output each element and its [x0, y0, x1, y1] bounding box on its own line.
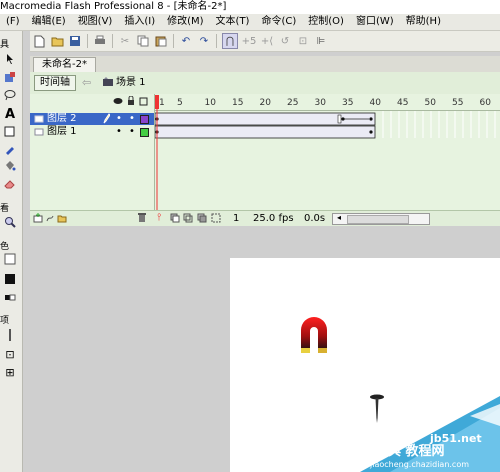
visibility-dot[interactable]: •	[116, 113, 122, 125]
add-folder-icon[interactable]	[57, 213, 67, 226]
timeline-scrollbar[interactable]: ◂	[332, 213, 430, 225]
outline-icon[interactable]	[139, 97, 148, 109]
save-icon[interactable]	[68, 34, 82, 48]
layer-name[interactable]: 图层 1	[47, 126, 77, 138]
timeline-toggle-button[interactable]: 时间轴	[34, 75, 76, 91]
onion-skin-icon[interactable]	[170, 213, 180, 226]
paste-icon[interactable]	[154, 34, 168, 48]
menu-control[interactable]: 控制(O)	[302, 14, 350, 30]
onion-outline-icon[interactable]	[183, 213, 193, 226]
layer-row-1[interactable]: 图层 1 • •	[30, 126, 154, 138]
scroll-left-icon[interactable]: ◂	[337, 213, 341, 222]
tools-view-label: 看	[0, 204, 10, 214]
option-divider-icon	[2, 328, 18, 342]
document-tab-strip: 未命名-2*	[30, 56, 500, 72]
frames-area[interactable]: 1 5 10 15 20 25 30 35 40 45 50 55 60	[155, 94, 500, 226]
menu-edit[interactable]: 编辑(E)	[26, 14, 72, 30]
eraser-tool-icon[interactable]	[2, 177, 18, 191]
tools-heading: 具	[0, 40, 10, 50]
center-frame-icon[interactable]: ⫯	[157, 212, 161, 223]
snap-icon[interactable]: ⋂	[222, 33, 238, 49]
frame-grid	[155, 95, 500, 210]
layer-row-2[interactable]: 图层 2 • •	[30, 113, 154, 125]
scene-icon	[102, 76, 114, 91]
tools-color-label: 色	[0, 242, 10, 252]
scroll-thumb[interactable]	[347, 215, 409, 224]
timeline-panel: 图层 2 • • 图层 1 • • 1 5 10 15 20 25 30 35 40 45 50 55…	[30, 94, 500, 227]
scale-icon[interactable]: ⊡	[296, 34, 310, 48]
open-icon[interactable]	[50, 34, 64, 48]
layer-name[interactable]: 图层 2	[47, 113, 77, 125]
stroke-color-icon[interactable]	[2, 252, 18, 266]
paint-bucket-tool-icon[interactable]	[2, 159, 18, 173]
toolbar-separator	[173, 34, 174, 48]
menu-help[interactable]: 帮助(H)	[400, 14, 447, 30]
delete-layer-icon[interactable]	[137, 212, 147, 226]
text-tool-icon[interactable]: A	[2, 107, 18, 122]
toolbar-separator	[112, 34, 113, 48]
undo-icon[interactable]: ↶	[179, 34, 193, 48]
copy-icon[interactable]	[136, 34, 150, 48]
magnet-graphic[interactable]	[299, 316, 329, 356]
menu-text[interactable]: 文本(T)	[210, 14, 256, 30]
menu-commands[interactable]: 命令(C)	[255, 14, 302, 30]
add-layer-icon[interactable]	[33, 213, 43, 226]
toolbar-separator	[216, 34, 217, 48]
snap-option-icon[interactable]: ⊡	[2, 347, 18, 361]
layer-color-swatch[interactable]	[140, 115, 149, 124]
current-frame: 1	[233, 213, 240, 224]
watermark-url: jiaocheng.chazidian.com	[370, 460, 470, 469]
print-icon[interactable]	[93, 34, 107, 48]
modify-onion-markers-icon[interactable]	[211, 213, 221, 226]
window-title: Macromedia Flash Professional 8 - [未命名-2…	[0, 0, 500, 14]
main-toolbar: ✂ ↶ ↷ ⋂ +5 +⟨ ↺ ⊡ ⊫	[30, 31, 500, 52]
menu-window[interactable]: 窗口(W)	[350, 14, 400, 30]
smooth-icon[interactable]: +5	[242, 34, 257, 48]
redo-icon[interactable]: ↷	[197, 34, 211, 48]
swap-colors-icon[interactable]	[2, 291, 18, 305]
straighten-icon[interactable]: +⟨	[260, 34, 274, 48]
timeline-footer: ⫯ 1 25.0 fps 0.0s ◂	[30, 210, 500, 227]
lock-dot[interactable]: •	[129, 113, 135, 125]
visibility-dot[interactable]: •	[116, 126, 122, 138]
rotate-icon[interactable]: ↺	[278, 34, 292, 48]
watermark: jb51.net 查字典 教程网 jiaocheng.chazidian.com	[340, 396, 500, 472]
lock-icon[interactable]	[127, 95, 135, 109]
tools-options-label: 项	[0, 316, 10, 326]
zoom-tool-icon[interactable]	[2, 215, 18, 229]
frame-rate[interactable]: 25.0 fps	[253, 213, 294, 224]
align-icon[interactable]: ⊫	[314, 34, 328, 48]
menu-insert[interactable]: 插入(I)	[118, 14, 161, 30]
timeline-header: 时间轴 ⇦ 场景 1	[30, 72, 500, 95]
add-guide-layer-icon[interactable]	[45, 213, 55, 226]
smooth-option-icon[interactable]: ⊞	[2, 365, 18, 379]
rectangle-tool-icon[interactable]	[2, 125, 18, 139]
layer-panel: 图层 2 • • 图层 1 • •	[30, 94, 155, 226]
toolbar-separator	[87, 34, 88, 48]
menu-file[interactable]: (F)	[0, 14, 26, 30]
lasso-tool-icon[interactable]	[2, 88, 18, 102]
menu-modify[interactable]: 修改(M)	[161, 14, 209, 30]
cut-icon[interactable]: ✂	[118, 34, 132, 48]
document-tab[interactable]: 未命名-2*	[33, 57, 96, 72]
menu-bar: (F) 编辑(E) 视图(V) 插入(I) 修改(M) 文本(T) 命令(C) …	[0, 14, 500, 31]
layer-icon	[34, 127, 44, 141]
eye-icon[interactable]	[113, 97, 123, 108]
back-arrow-icon[interactable]: ⇦	[82, 76, 91, 89]
scene-label[interactable]: 场景 1	[116, 75, 146, 91]
free-transform-tool-icon[interactable]	[2, 70, 18, 84]
brush-tool-icon[interactable]	[2, 142, 18, 156]
lock-dot[interactable]: •	[129, 126, 135, 138]
watermark-title: 查字典 教程网	[362, 444, 445, 459]
menu-view[interactable]: 视图(V)	[72, 14, 119, 30]
edit-multiple-frames-icon[interactable]	[197, 213, 207, 226]
layer-color-swatch[interactable]	[140, 128, 149, 137]
tools-panel: 具 A 看 色 项 ⊡ ⊞	[0, 31, 23, 472]
new-icon[interactable]	[32, 34, 46, 48]
fill-color-icon[interactable]	[2, 272, 18, 286]
selection-tool-icon[interactable]	[2, 52, 18, 66]
elapsed-time: 0.0s	[304, 213, 326, 224]
